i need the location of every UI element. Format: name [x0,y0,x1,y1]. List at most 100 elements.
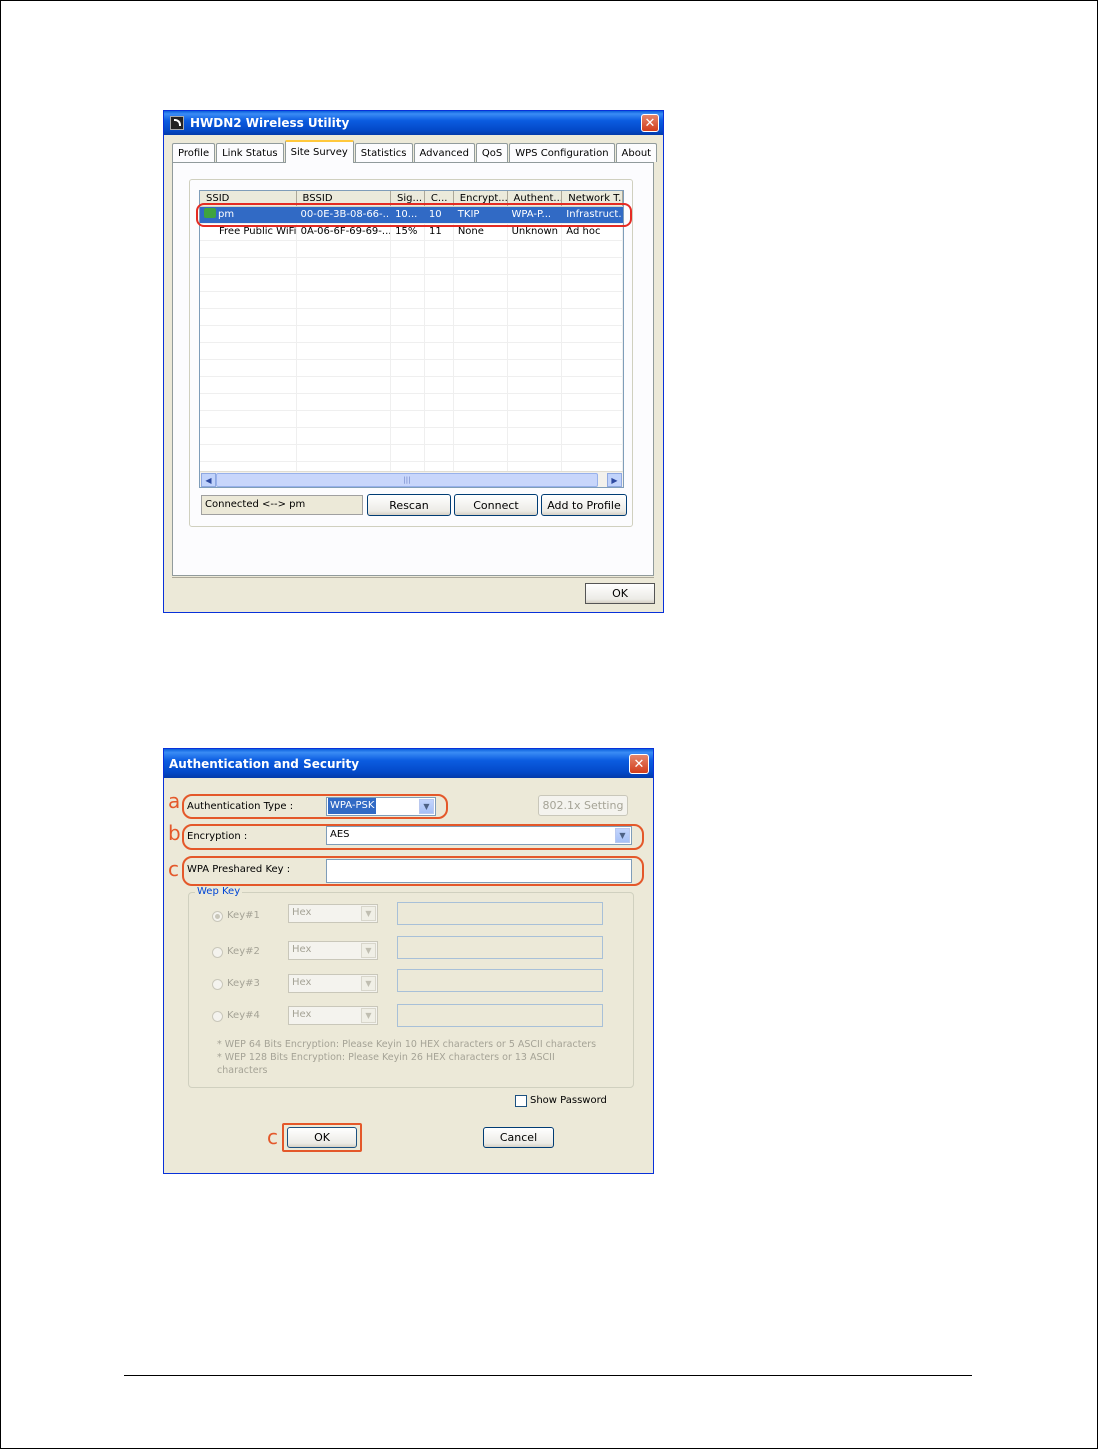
empty-cell [297,445,392,461]
tab-profile[interactable]: Profile [172,143,216,162]
scroll-thumb[interactable]: ||| [216,473,598,487]
key1-input[interactable] [397,902,603,925]
empty-cell [454,275,508,291]
key4-format-select[interactable]: Hex ▼ [288,1006,378,1025]
tab-about[interactable]: About [615,143,658,162]
key1-radio[interactable] [212,911,223,922]
empty-cell [200,292,297,308]
empty-cell [200,275,297,291]
tab-site-survey[interactable]: Site Survey [284,140,354,163]
empty-row [200,394,623,411]
empty-cell [200,360,297,376]
empty-cell [454,326,508,342]
empty-cell [562,292,623,308]
wep-note-line1: * WEP 64 Bits Encryption: Please Keyin 1… [217,1039,597,1050]
empty-cell [391,275,425,291]
empty-cell [508,309,563,325]
empty-cell [562,411,623,427]
tab-link-status[interactable]: Link Status [216,143,284,162]
empty-cell [391,377,425,393]
add-to-profile-button[interactable]: Add to Profile [541,494,627,516]
empty-cell [508,377,563,393]
empty-cell [391,292,425,308]
close-icon[interactable]: ✕ [629,754,649,774]
empty-cell [200,258,297,274]
empty-row [200,292,623,309]
empty-cell [454,428,508,444]
empty-row [200,377,623,394]
show-password-checkbox[interactable] [515,1095,527,1107]
empty-cell [454,343,508,359]
empty-row [200,326,623,343]
marker-c: c [267,1125,278,1149]
empty-cell [508,343,563,359]
key2-input[interactable] [397,936,603,959]
chevron-down-icon[interactable]: ▼ [361,906,376,921]
empty-cell [297,360,392,376]
empty-cell [454,411,508,427]
empty-cell [454,292,508,308]
tab-qos[interactable]: QoS [475,143,509,162]
chevron-down-icon[interactable]: ▼ [361,1008,376,1023]
empty-cell [562,241,623,257]
empty-cell [297,394,392,410]
key4-radio[interactable] [212,1011,223,1022]
empty-row [200,343,623,360]
empty-cell [200,445,297,461]
wep-note-line2: * WEP 128 Bits Encryption: Please Keyin … [217,1052,555,1063]
window-title: HWDN2 Wireless Utility [190,116,350,130]
empty-cell [425,292,454,308]
key3-format-select[interactable]: Hex ▼ [288,974,378,993]
empty-cell [562,258,623,274]
empty-cell [562,275,623,291]
empty-cell [425,377,454,393]
empty-cell [454,445,508,461]
marker-b: b [168,821,181,845]
tab-statistics[interactable]: Statistics [354,143,413,162]
key2-label: Key#2 [227,946,260,957]
horizontal-scrollbar[interactable]: ◀ ||| ▶ [200,471,623,487]
empty-cell [508,326,563,342]
empty-cell [454,309,508,325]
chevron-down-icon[interactable]: ▼ [361,976,376,991]
empty-cell [297,326,392,342]
empty-cell [425,445,454,461]
close-icon[interactable]: ✕ [641,114,659,132]
chevron-down-icon[interactable]: ▼ [361,943,376,958]
empty-cell [508,428,563,444]
empty-cell [562,377,623,393]
ok-button[interactable]: OK [585,583,655,604]
empty-cell [425,360,454,376]
empty-cell [425,275,454,291]
key3-label: Key#3 [227,978,260,989]
empty-cell [297,292,392,308]
empty-row [200,360,623,377]
ok-button[interactable]: OK [287,1127,357,1148]
scroll-left-icon[interactable]: ◀ [201,473,216,487]
connect-button[interactable]: Connect [454,494,538,516]
empty-cell [391,445,425,461]
empty-cell [425,428,454,444]
empty-cell [200,309,297,325]
key3-input[interactable] [397,969,603,992]
footer-rule [124,1375,972,1376]
key1-format-select[interactable]: Hex ▼ [288,904,378,923]
cancel-button[interactable]: Cancel [483,1127,554,1148]
network-list[interactable]: SSID BSSID Sig... C... Encrypt... Authen… [199,190,624,488]
scroll-right-icon[interactable]: ▶ [607,473,622,487]
key3-radio[interactable] [212,979,223,990]
tab-advanced[interactable]: Advanced [413,143,475,162]
key2-radio[interactable] [212,947,223,958]
empty-row [200,241,623,258]
empty-cell [508,394,563,410]
rescan-button[interactable]: Rescan [367,494,451,516]
wep-note-line3: characters [217,1065,268,1076]
key2-format-select[interactable]: Hex ▼ [288,941,378,960]
8021x-setting-button[interactable]: 802.1x Setting [538,795,628,816]
empty-row [200,275,623,292]
title-bar: Authentication and Security ✕ [164,749,653,778]
tab-wps-configuration[interactable]: WPS Configuration [509,143,615,162]
key4-input[interactable] [397,1004,603,1027]
empty-cell [391,241,425,257]
empty-cell [297,241,392,257]
